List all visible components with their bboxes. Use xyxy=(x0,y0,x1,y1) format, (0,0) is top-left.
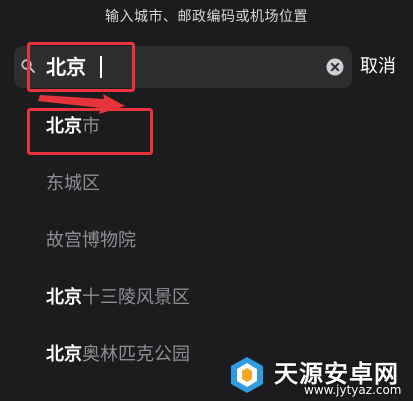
search-icon xyxy=(21,59,35,73)
cancel-button[interactable]: 取消 xyxy=(360,46,396,88)
result-rest-text: 奥林匹克公园 xyxy=(82,344,190,365)
result-rest-text: 故宫博物院 xyxy=(46,230,136,251)
search-results-list: 北京市 东城区 故宫博物院 北京十三陵风景区 北京奥林匹克公园 xyxy=(0,98,413,383)
watermark-logo xyxy=(231,357,263,393)
result-match-text: 北京 xyxy=(46,116,82,137)
watermark-url: www.jytyaz.com xyxy=(304,383,402,397)
watermark: 天源安卓网 www.jytyaz.com xyxy=(226,350,413,401)
result-match-text: 北京 xyxy=(46,344,82,365)
result-item[interactable]: 北京市 xyxy=(0,98,413,155)
search-row: 北京 取消 xyxy=(14,46,403,88)
result-rest-text: 东城区 xyxy=(46,173,100,194)
text-caret xyxy=(100,56,102,78)
result-item[interactable]: 故宫博物院 xyxy=(0,212,413,269)
result-rest-text: 市 xyxy=(82,116,100,137)
search-input[interactable]: 北京 xyxy=(46,46,86,88)
search-field[interactable]: 北京 xyxy=(14,46,352,88)
result-item[interactable]: 东城区 xyxy=(0,155,413,212)
result-match-text: 北京 xyxy=(46,287,82,308)
result-item[interactable]: 北京十三陵风景区 xyxy=(0,269,413,326)
result-rest-text: 十三陵风景区 xyxy=(82,287,190,308)
search-prompt: 输入城市、邮政编码或机场位置 xyxy=(105,9,308,25)
clear-icon[interactable] xyxy=(326,58,344,76)
